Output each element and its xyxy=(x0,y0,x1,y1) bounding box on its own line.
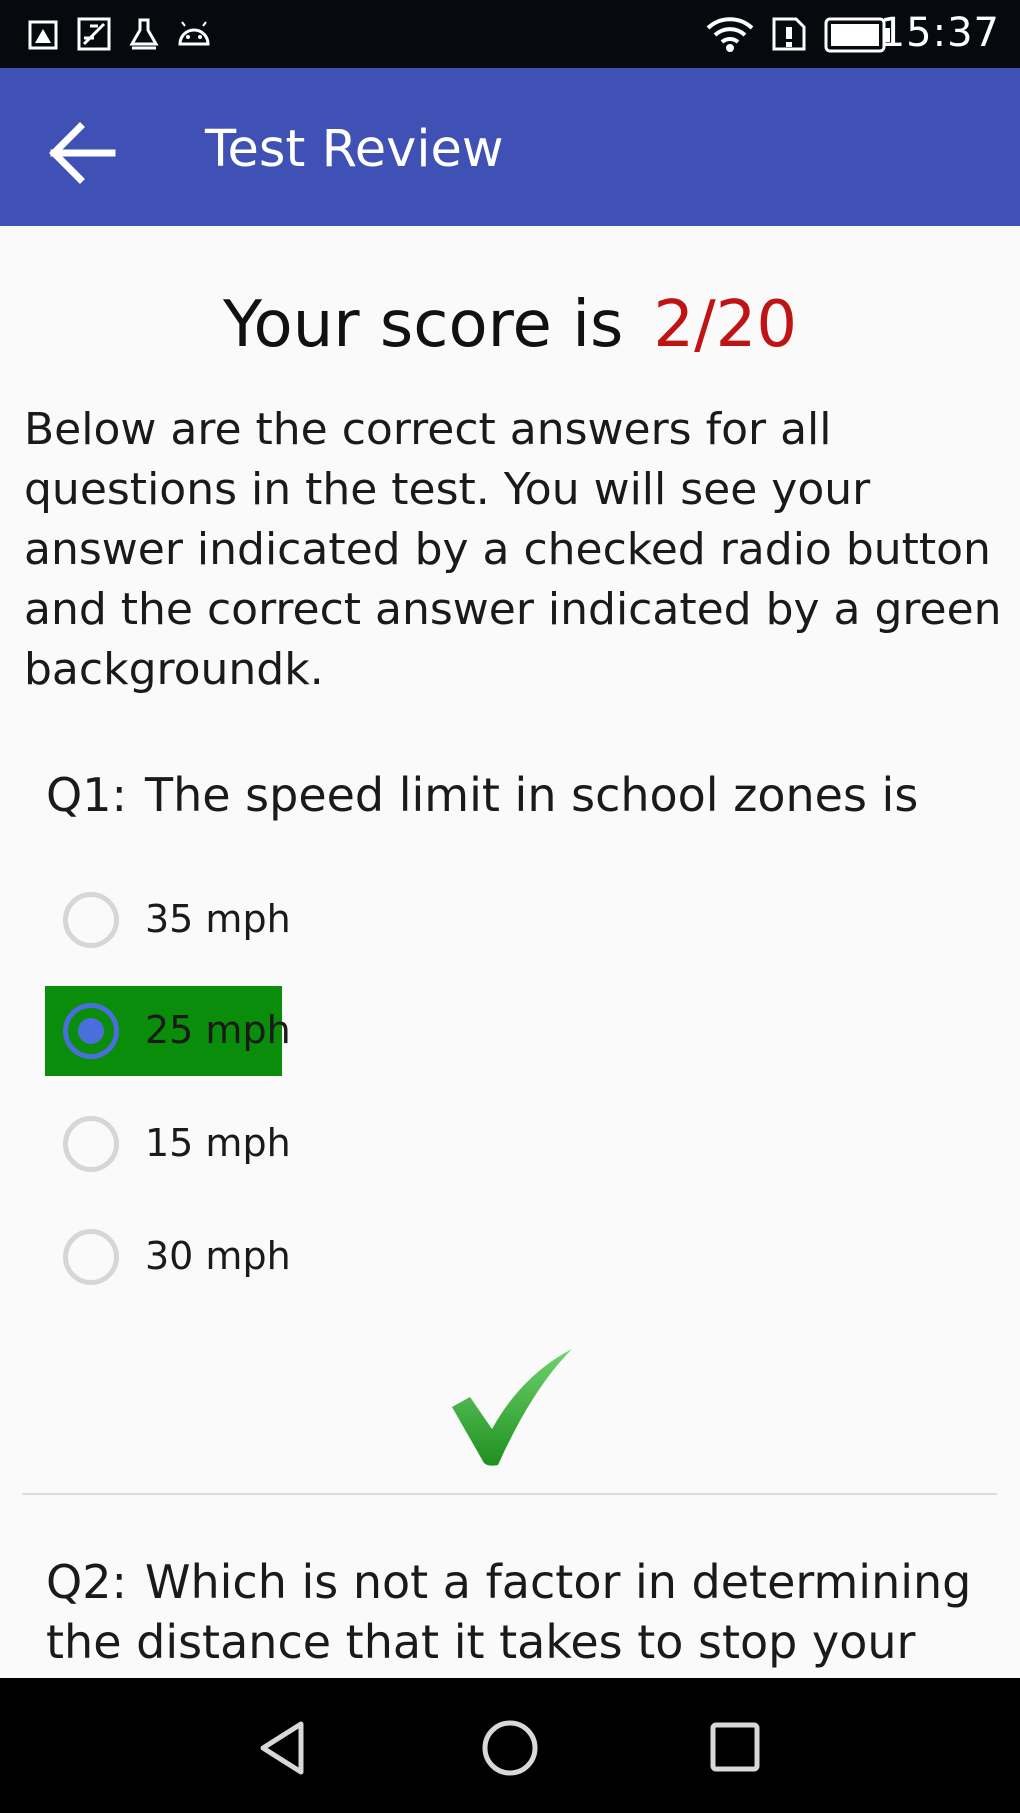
status-time: 15:37 xyxy=(879,10,1000,56)
answer-label: 25 mph xyxy=(145,1008,291,1052)
score-label: Your score is xyxy=(222,288,624,362)
navigation-bar xyxy=(0,1678,1020,1813)
score-value: 2/20 xyxy=(653,288,798,362)
divider xyxy=(22,1493,997,1495)
checkmark-icon xyxy=(452,1349,572,1466)
sim-icon xyxy=(772,17,806,51)
question-text: Which is not a factor in determining the… xyxy=(46,1555,972,1669)
question-number: Q2: xyxy=(46,1555,127,1609)
radio-button[interactable] xyxy=(63,892,119,948)
answer-label: 30 mph xyxy=(145,1234,291,1278)
recents-square-icon[interactable] xyxy=(696,1708,776,1788)
radio-button[interactable] xyxy=(63,1229,119,1285)
scroll-content-clip: Q2: Which is not a factor in determining … xyxy=(0,1500,1020,1678)
score-line: Your score is 2/20 xyxy=(0,288,1020,362)
answer-label: 35 mph xyxy=(145,897,291,941)
answer-option-35[interactable]: 35 mph xyxy=(45,875,291,965)
image-icon xyxy=(77,17,111,51)
answer-label: 15 mph xyxy=(145,1121,291,1165)
back-arrow-icon[interactable] xyxy=(36,108,126,198)
radio-button[interactable] xyxy=(63,1116,119,1172)
question-number: Q1: xyxy=(46,768,127,822)
question-1: Q1: The speed limit in school zones is xyxy=(46,768,918,822)
question-2: Q2: Which is not a factor in determining … xyxy=(46,1552,1006,1672)
back-triangle-icon[interactable] xyxy=(243,1708,323,1788)
page-title: Test Review xyxy=(205,120,504,179)
status-bar: 15:37 xyxy=(0,0,1020,68)
question-text: The speed limit in school zones is xyxy=(144,768,919,822)
answer-option-25-correct[interactable]: 25 mph xyxy=(45,986,291,1076)
instructions-text: Below are the correct answers for all qu… xyxy=(24,404,1002,695)
radio-button-checked[interactable] xyxy=(63,1003,119,1059)
notification-icon xyxy=(28,20,58,50)
cleaner-icon xyxy=(129,18,159,50)
home-circle-icon[interactable] xyxy=(470,1708,550,1788)
android-icon xyxy=(178,21,210,46)
app-bar xyxy=(0,68,1020,226)
answer-option-30[interactable]: 30 mph xyxy=(45,1212,291,1302)
answer-option-15[interactable]: 15 mph xyxy=(45,1099,291,1189)
wifi-icon xyxy=(706,17,754,52)
